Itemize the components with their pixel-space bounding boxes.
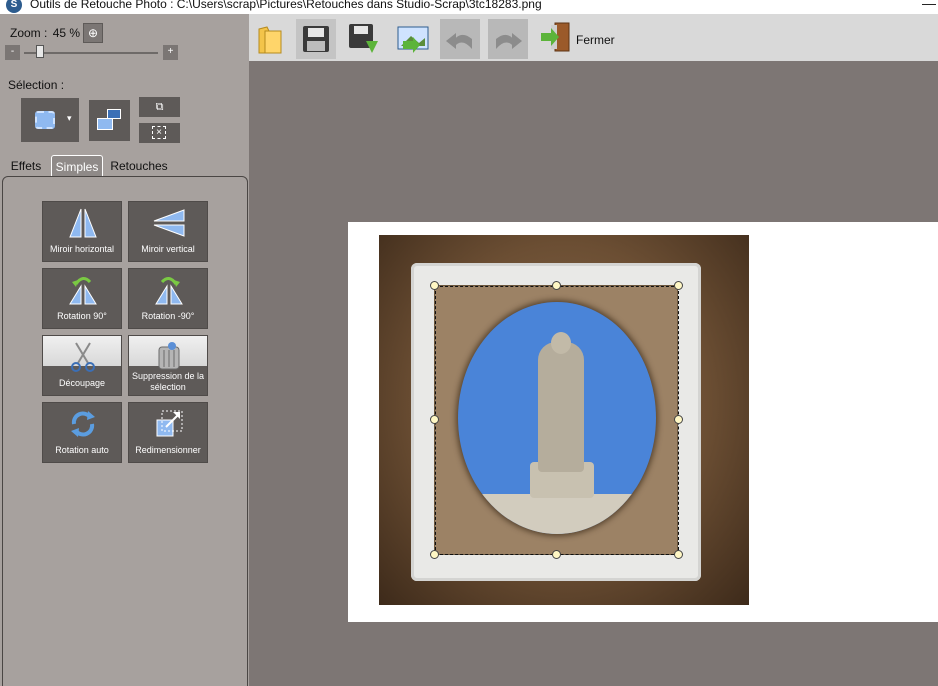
open-folder-button[interactable] — [251, 19, 291, 59]
rotate-90-button[interactable]: Rotation 90° — [42, 268, 122, 329]
rectangle-select-icon — [35, 111, 55, 129]
rotate-90-icon — [69, 277, 97, 305]
folder-icon — [258, 26, 282, 54]
close-button[interactable]: Fermer — [539, 20, 619, 56]
add-selection-button[interactable]: ⧉ — [139, 97, 180, 117]
tab-effets[interactable]: Effets — [4, 155, 48, 177]
mirror-horizontal-icon — [69, 208, 97, 238]
scissors-icon — [71, 342, 95, 372]
rotate-minus-90-label: Rotation -90° — [141, 311, 195, 321]
photo-image[interactable] — [379, 235, 749, 605]
app-logo-icon: S — [6, 0, 22, 13]
zoom-label: Zoom : 45 % — [8, 26, 80, 40]
selection-handle-top-right[interactable] — [674, 281, 683, 290]
rotate-minus-90-button[interactable]: Rotation -90° — [128, 268, 208, 329]
minimize-button[interactable]: — — [922, 0, 936, 11]
zoom-label-text: Zoom : — [10, 26, 48, 40]
selection-box[interactable] — [435, 286, 679, 555]
tab-simples[interactable]: Simples — [51, 155, 103, 177]
clear-selection-button[interactable]: × — [139, 123, 180, 143]
zoom-slider-track[interactable] — [24, 52, 158, 54]
tab-retouches[interactable]: Retouches — [106, 155, 172, 177]
zoom-out-button[interactable]: - — [5, 45, 20, 60]
zoom-in-button[interactable]: + — [163, 45, 178, 60]
selection-label: Sélection : — [8, 78, 65, 92]
resize-icon — [156, 410, 183, 437]
save-as-icon — [349, 24, 378, 53]
exit-door-icon — [541, 22, 570, 52]
mirror-horizontal-label: Miroir horizontal — [49, 244, 115, 254]
mirror-vertical-label: Miroir vertical — [141, 244, 195, 254]
rotate-minus-90-icon — [155, 277, 183, 305]
mirror-vertical-button[interactable]: Miroir vertical — [128, 201, 208, 262]
export-image-button[interactable] — [393, 19, 433, 59]
invert-selection-button[interactable] — [89, 100, 130, 141]
selection-handle-bottom[interactable] — [552, 550, 561, 559]
rectangle-selection-button[interactable]: ▾ — [21, 98, 79, 142]
delete-selection-label: Suppression de la sélection — [131, 371, 205, 392]
auto-rotate-button[interactable]: Rotation auto — [42, 402, 122, 463]
zoom-fit-button[interactable]: ⊕ — [83, 23, 103, 43]
document-page[interactable] — [348, 222, 938, 622]
auto-rotate-label: Rotation auto — [55, 445, 109, 455]
selection-handle-bottom-right[interactable] — [674, 550, 683, 559]
redo-icon — [496, 33, 522, 49]
simples-tab-panel: Miroir horizontal Miroir vertical Rotati… — [2, 176, 248, 686]
save-icon — [303, 26, 329, 52]
zoom-slider-thumb[interactable] — [36, 45, 44, 58]
save-as-button[interactable] — [344, 19, 384, 59]
selection-handle-top-left[interactable] — [430, 281, 439, 290]
left-panel: Zoom : 45 % ⊕ - + Sélection : ▾ ⧉ × Effe… — [0, 14, 249, 686]
crop-label: Découpage — [58, 378, 106, 388]
invert-selection-icon-part — [97, 118, 113, 130]
resize-label: Redimensionner — [135, 445, 201, 455]
canvas-area[interactable] — [249, 61, 938, 686]
top-toolbar: Fermer — [249, 14, 938, 61]
delete-selection-button[interactable]: Suppression de la sélection — [128, 335, 208, 396]
mirror-vertical-icon — [153, 209, 185, 237]
selection-handle-right[interactable] — [674, 415, 683, 424]
undo-button[interactable] — [440, 19, 480, 59]
selection-handle-bottom-left[interactable] — [430, 550, 439, 559]
export-image-icon — [397, 26, 429, 53]
rotate-90-label: Rotation 90° — [57, 311, 107, 321]
save-button[interactable] — [296, 19, 336, 59]
selection-handle-left[interactable] — [430, 415, 439, 424]
clear-selection-icon: × — [152, 126, 166, 139]
mirror-horizontal-button[interactable]: Miroir horizontal — [42, 201, 122, 262]
close-label: Fermer — [576, 33, 615, 47]
zoom-value: 45 % — [52, 26, 81, 40]
window-title: Outils de Retouche Photo : C:\Users\scra… — [30, 0, 542, 11]
add-selection-icon: ⧉ — [155, 101, 164, 113]
undo-icon — [446, 33, 472, 49]
trash-icon — [158, 342, 180, 370]
redo-button[interactable] — [488, 19, 528, 59]
selection-handle-top[interactable] — [552, 281, 561, 290]
auto-rotate-icon — [71, 411, 95, 437]
title-bar: S Outils de Retouche Photo : C:\Users\sc… — [0, 0, 938, 14]
crop-button[interactable]: Découpage — [42, 335, 122, 396]
dropdown-arrow-icon[interactable]: ▾ — [67, 113, 72, 124]
resize-button[interactable]: Redimensionner — [128, 402, 208, 463]
